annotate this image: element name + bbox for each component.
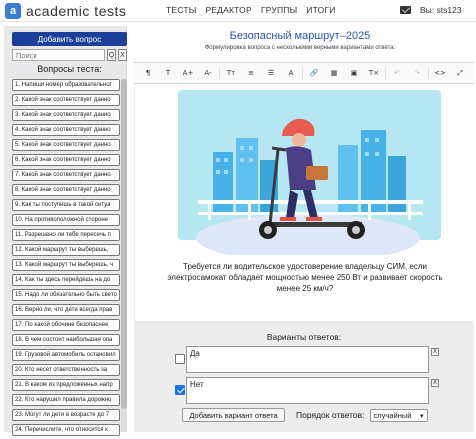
main-panel: Безопасный маршрут–2025 Формулировка воп… [130,26,476,432]
question-list-item[interactable]: 13. Какой маршрут ты выберешь, ч [12,259,120,271]
answer-row: Да X [175,346,439,373]
font-size-icon[interactable]: T [158,66,178,80]
answer-checkbox[interactable] [175,354,185,364]
question-list-item[interactable]: 9. Как ты поступишь в такой ситуа [12,199,120,211]
fullscreen-icon[interactable]: ⤢ [450,66,470,80]
mail-icon[interactable] [400,6,411,14]
question-list: 1. Напиши номер образовательног 2. Какой … [12,79,120,439]
question-list-item[interactable]: 10. На противоположной стороне [12,214,120,226]
redo-icon[interactable]: ↷ [407,66,427,80]
nav-groups[interactable]: ГРУППЫ [261,5,297,15]
question-list-item[interactable]: 24. Перечислите, что относится к [12,424,120,436]
question-list-item[interactable]: 5. Какой знак соответствует данно [12,139,120,151]
decrease-font-icon[interactable]: A- [198,66,218,80]
answer-input[interactable]: Да [186,346,429,373]
question-list-item[interactable]: 21. В каком из предложенных напр [12,379,120,391]
paragraph-format-icon[interactable]: ¶ [138,66,158,80]
sidebar-scrollbar[interactable] [121,79,127,432]
remove-answer-button[interactable]: X [431,348,439,356]
survey-title: Безопасный маршрут–2025 [229,30,371,42]
nav-tests[interactable]: ТЕСТЫ [166,5,196,15]
question-list-item[interactable]: 19. Грузовой автомобиль остановил [12,349,120,361]
question-text: Требуется ли водительское удостоверение … [167,262,443,293]
top-nav: ТЕСТЫ РЕДАКТОР ГРУППЫ ИТОГИ [166,5,336,15]
remove-answer-button[interactable]: X [431,379,439,387]
logo-text: academic tests [26,3,127,19]
answers-footer: Добавить вариант ответа Порядок ответов:… [182,408,476,422]
logo[interactable]: a academic tests [5,3,126,19]
answers-title: Варианты ответов: [266,332,342,342]
survey-subtitle: Формулировка вопроса с несколькими верны… [204,45,396,51]
add-answer-button[interactable]: Добавить вариант ответа [182,408,285,422]
toolbar-separator [428,67,429,79]
add-question-button[interactable]: Добавить вопрос [12,32,127,46]
question-list-title: Вопросы теста: [37,64,102,74]
undo-icon[interactable]: ↶ [387,66,407,80]
clear-format-icon[interactable]: T× [364,66,384,80]
nav-results[interactable]: ИТОГИ [306,5,335,15]
question-list-item[interactable]: 8. Какой знак соответствует данно [12,184,120,196]
user-label[interactable]: Вы: sts123 [420,5,462,15]
answer-input[interactable]: Нет [186,377,429,404]
text-color-icon[interactable]: A [281,66,301,80]
question-list-item[interactable]: 3. Какой знак соответствует данно [12,109,120,121]
order-select[interactable]: случайный ▾ [369,408,428,422]
sidebar-scrollbar-thumb[interactable] [121,79,127,409]
table-icon[interactable]: ▦ [324,66,344,80]
question-list-item[interactable]: 14. Как ты здесь перейдешь на до [12,274,120,286]
order-select-value: случайный [373,410,412,420]
question-list-item[interactable]: 6. Какой знак соответствует данно [12,154,120,166]
question-list-item[interactable]: 22. Кто нарушил правила дорожно [12,394,120,406]
answer-checkbox[interactable] [175,385,185,395]
question-list-item[interactable]: 15. Надо ли обязательно быть свето [12,289,120,301]
question-list-item[interactable]: 20. Кто несет ответственность за [12,364,120,376]
text-style-icon[interactable]: Tт [221,66,241,80]
increase-font-icon[interactable]: A+ [178,66,198,80]
chevron-down-icon: ▾ [420,412,424,420]
logo-icon: a [5,3,21,19]
question-list-item[interactable]: 4. Какой знак соответствует данно [12,124,120,136]
question-list-item[interactable]: 1. Напиши номер образовательног [12,79,120,91]
question-list-item[interactable]: 7. Какой знак соответствует данно [12,169,120,181]
toolbar-separator [385,67,386,79]
question-list-item[interactable]: 11. Разрешено ли тебе пересечь п [12,229,120,241]
link-icon[interactable]: 🔗 [304,66,324,80]
question-list-item[interactable]: 12. Какой маршрут ты выберешь, [12,244,120,256]
sidebar: Добавить вопрос Q X Вопросы теста: 1. На… [4,26,127,436]
toolbar-separator [219,67,220,79]
question-list-item[interactable]: 16. Верно ли, что дети всегда прав [12,304,120,316]
question-list-item[interactable]: 18. В чем состоит наибольшая опа [12,334,120,346]
question-list-item[interactable]: 23. Могут ли дети в возрасте до 7 [12,409,120,421]
clear-search-button[interactable]: X [118,49,127,61]
question-list-item[interactable]: 17. По какой обочине безопаснее [12,319,120,331]
search-button[interactable]: Q [107,49,116,61]
nav-editor[interactable]: РЕДАКТОР [205,5,251,15]
question-editor[interactable]: Требуется ли водительское удостоверение … [134,84,474,329]
align-icon[interactable]: ≡ [241,66,261,80]
editor-toolbar: ¶ T A+ A- Tт ≡ ☰ A 🔗 ▦ ▣ T× ↶ ↷ <> ⤢ [134,62,474,84]
search-row: Q X [12,49,127,61]
answer-row: Нет X [175,377,439,404]
order-label: Порядок ответов: [296,410,365,420]
top-bar: a academic tests ТЕСТЫ РЕДАКТОР ГРУППЫ И… [0,0,476,22]
list-icon[interactable]: ☰ [261,66,281,80]
code-view-icon[interactable]: <> [430,66,450,80]
image-icon[interactable]: ▣ [344,66,364,80]
question-list-item[interactable]: 2. Какой знак соответствует данно [12,94,120,106]
toolbar-separator [302,67,303,79]
search-input[interactable] [12,49,105,61]
scooter-illustration [178,90,441,255]
